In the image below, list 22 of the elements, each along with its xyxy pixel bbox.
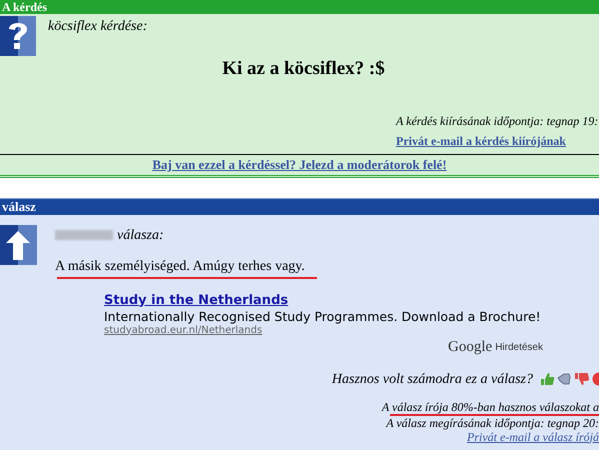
posted-time: A válasz megírásának időpontja: tegnap 20:: [386, 416, 599, 430]
remove-icon[interactable]: [591, 372, 599, 386]
author-label: válasza:: [117, 226, 164, 244]
ad-url-link[interactable]: studyabroad.eur.nl/Netherlands: [104, 324, 262, 336]
ad-description: Internationally Recognised Study Programmes. Download a Brochure!: [104, 308, 541, 324]
thumbs-down-icon[interactable]: [574, 372, 589, 386]
rating-prompt: Hasznos volt számodra ez a válasz?: [332, 370, 533, 388]
ads-label: Hirdetések: [495, 340, 543, 354]
question-title: Ki az a köcsiflex? :$: [221, 57, 386, 81]
private-email-link[interactable]: Privát e-mail a kérdés kiírójának: [396, 132, 566, 150]
asker-label: köcsiflex kérdése:: [48, 18, 148, 36]
ads-logo: Google: [448, 338, 492, 354]
section-title: A kérdés: [1, 0, 47, 14]
section-title: válasz: [1, 198, 36, 216]
blurred-username: [55, 230, 113, 240]
thumbs-up-icon[interactable]: [540, 372, 555, 386]
answer-text: A másik személyiséged. Amúgy terhes vagy.: [55, 258, 305, 276]
author-stats: A válasz írója 80%-ban hasznos válaszokat a: [382, 400, 599, 414]
posted-time: A kérdés kiírásának időpontja: tegnap 19:: [396, 112, 598, 130]
question-mark-icon: [0, 16, 36, 56]
private-email-link[interactable]: Privát e-mail a válasz írójá: [467, 430, 599, 444]
ad-title-link[interactable]: Study in the Netherlands: [104, 292, 288, 308]
